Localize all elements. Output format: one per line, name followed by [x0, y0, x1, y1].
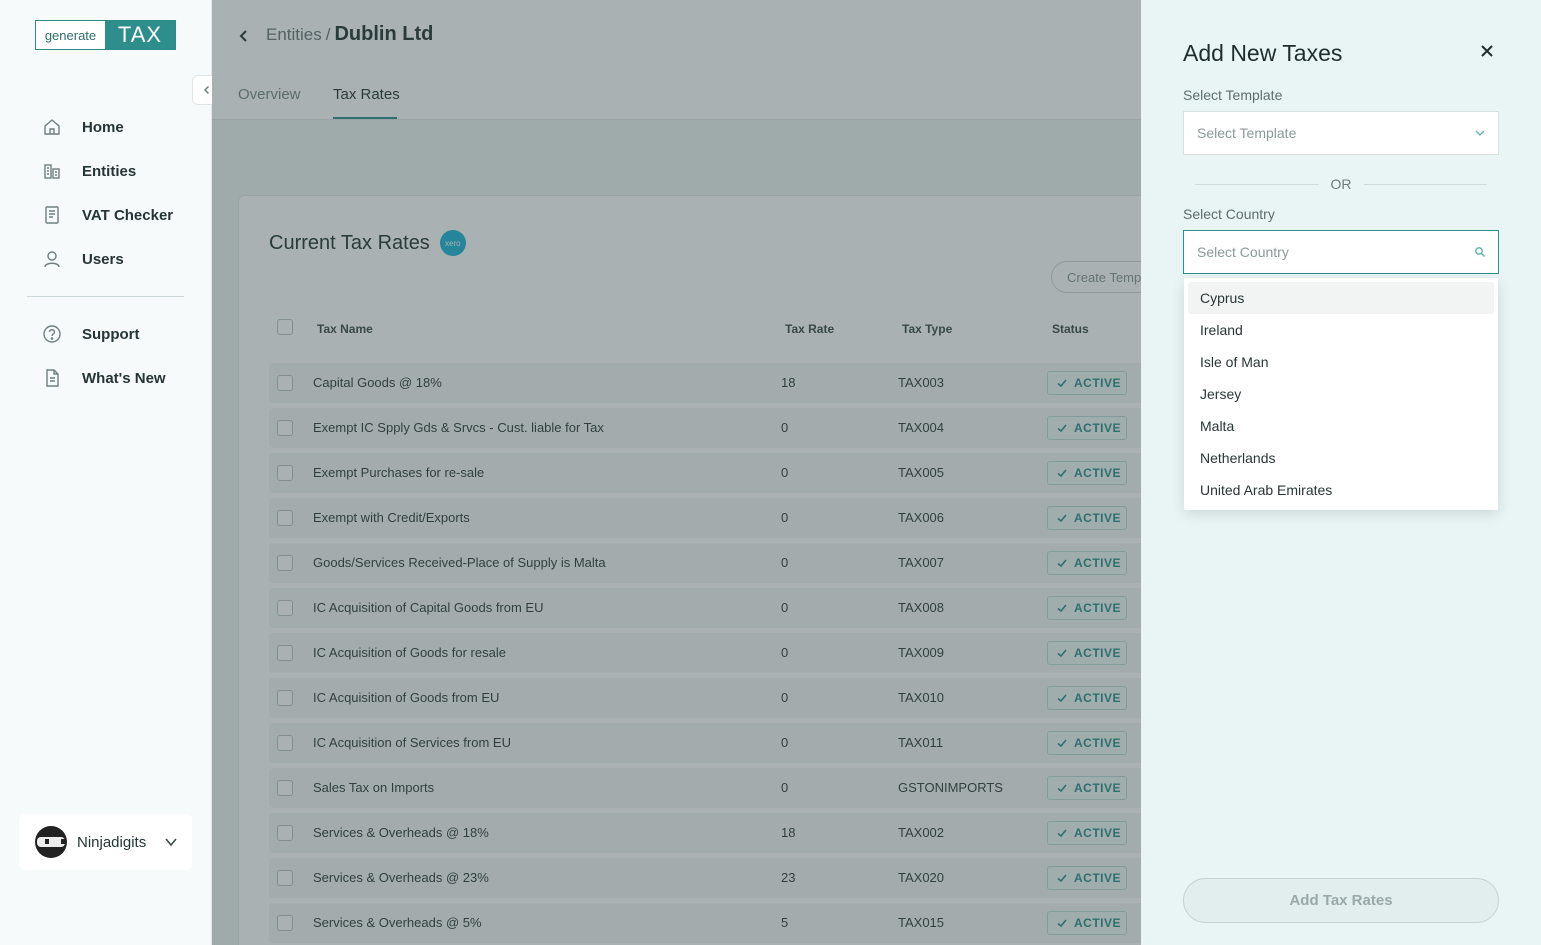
user-icon: [44, 251, 60, 268]
buildings-icon: [44, 164, 60, 179]
drawer-title: Add New Taxes: [1183, 40, 1343, 66]
sidebar-item-entities[interactable]: Entities: [42, 161, 136, 181]
or-divider: OR: [1195, 174, 1487, 194]
country-option[interactable]: Netherlands: [1188, 442, 1494, 474]
chevron-left-icon: [203, 85, 210, 95]
country-placeholder: Select Country: [1197, 244, 1289, 260]
sidebar-item-support[interactable]: Support: [42, 324, 140, 344]
sidebar-item-home[interactable]: Home: [42, 117, 124, 137]
sidebar-item-users[interactable]: Users: [42, 249, 124, 269]
template-placeholder: Select Template: [1197, 125, 1297, 141]
avatar: [35, 826, 67, 858]
sidebar-item-label: Support: [82, 325, 140, 343]
document-icon: [45, 206, 59, 224]
country-option[interactable]: Isle of Man: [1188, 346, 1494, 378]
close-icon[interactable]: [1480, 44, 1494, 58]
logo-text-tax: TAX: [105, 21, 175, 49]
country-search-input[interactable]: Select Country: [1183, 230, 1499, 274]
sidebar-item-vat-checker[interactable]: VAT Checker: [42, 205, 173, 225]
country-option[interactable]: United Arab Emirates: [1188, 474, 1494, 506]
country-label: Select Country: [1183, 206, 1275, 222]
sidebar-item-label: Entities: [82, 162, 137, 180]
country-option[interactable]: Jersey: [1188, 378, 1494, 410]
chevron-down-icon: [1475, 130, 1485, 136]
news-icon: [46, 369, 59, 387]
sidebar: generate TAX Home Entities VAT Checker U…: [0, 0, 212, 945]
search-icon: [1475, 247, 1485, 257]
sidebar-item-label: Home: [82, 118, 124, 136]
help-icon: [43, 325, 61, 343]
country-option[interactable]: Ireland: [1188, 314, 1494, 346]
sidebar-divider: [27, 296, 184, 297]
add-taxes-drawer: Add New Taxes Select Template Select Tem…: [1141, 0, 1541, 945]
chevron-down-icon: [165, 838, 177, 847]
add-tax-rates-button[interactable]: Add Tax Rates: [1183, 878, 1499, 923]
or-text: OR: [1330, 176, 1352, 192]
sidebar-item-label: What's New: [82, 369, 166, 387]
country-option[interactable]: Cyprus: [1188, 282, 1494, 314]
template-label: Select Template: [1183, 87, 1283, 103]
sidebar-item-label: VAT Checker: [82, 206, 174, 224]
country-dropdown: Cyprus Ireland Isle of Man Jersey Malta Nethe…: [1184, 278, 1498, 510]
logo-text-generate: generate: [36, 21, 105, 49]
sidebar-item-label: Users: [82, 250, 124, 268]
home-icon: [44, 119, 60, 135]
generate-tax-logo[interactable]: generate TAX: [35, 20, 176, 50]
user-menu[interactable]: Ninjadigits: [19, 814, 192, 870]
sidebar-item-whats-new[interactable]: What's New: [42, 368, 166, 388]
template-select[interactable]: Select Template: [1183, 111, 1499, 155]
user-name: Ninjadigits: [77, 833, 147, 851]
country-option[interactable]: Malta: [1188, 410, 1494, 442]
